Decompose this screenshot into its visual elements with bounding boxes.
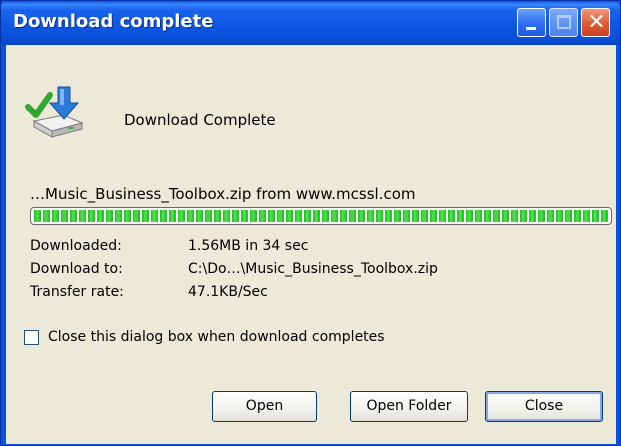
download-complete-icon (25, 86, 84, 138)
close-when-done-checkbox[interactable] (24, 330, 39, 345)
open-button[interactable]: Open (212, 391, 317, 422)
maximize-icon (557, 15, 571, 29)
maximize-button[interactable] (549, 8, 578, 37)
minimize-button[interactable] (517, 8, 546, 37)
close-when-done-label[interactable]: Close this dialog box when download comp… (48, 329, 385, 345)
dialog-body: Download Complete …Music_Business_Toolbo… (6, 45, 616, 444)
transfer-rate-value: 47.1KB/Sec (188, 284, 268, 300)
minimize-icon (526, 27, 536, 30)
open-folder-button[interactable]: Open Folder (350, 391, 468, 422)
close-window-button[interactable]: ✕ (581, 8, 610, 37)
download-status: Download Complete (124, 111, 276, 129)
download-complete-window: Download complete ✕ Download Complete …M… (0, 0, 621, 446)
close-button[interactable]: Close (485, 391, 603, 422)
progress-fill (34, 210, 608, 222)
download-to-label: Download to: (30, 261, 123, 277)
downloaded-value: 1.56MB in 34 sec (188, 238, 309, 254)
window-title: Download complete (13, 11, 214, 32)
title-bar[interactable]: Download complete ✕ (1, 1, 620, 45)
download-to-value: C:\Do…\Music_Business_Toolbox.zip (188, 261, 438, 277)
transfer-rate-label: Transfer rate: (30, 284, 124, 300)
downloaded-label: Downloaded: (30, 238, 122, 254)
file-source: …Music_Business_Toolbox.zip from www.mcs… (30, 185, 416, 203)
download-progress-bar (30, 207, 612, 225)
close-icon: ✕ (587, 10, 606, 35)
